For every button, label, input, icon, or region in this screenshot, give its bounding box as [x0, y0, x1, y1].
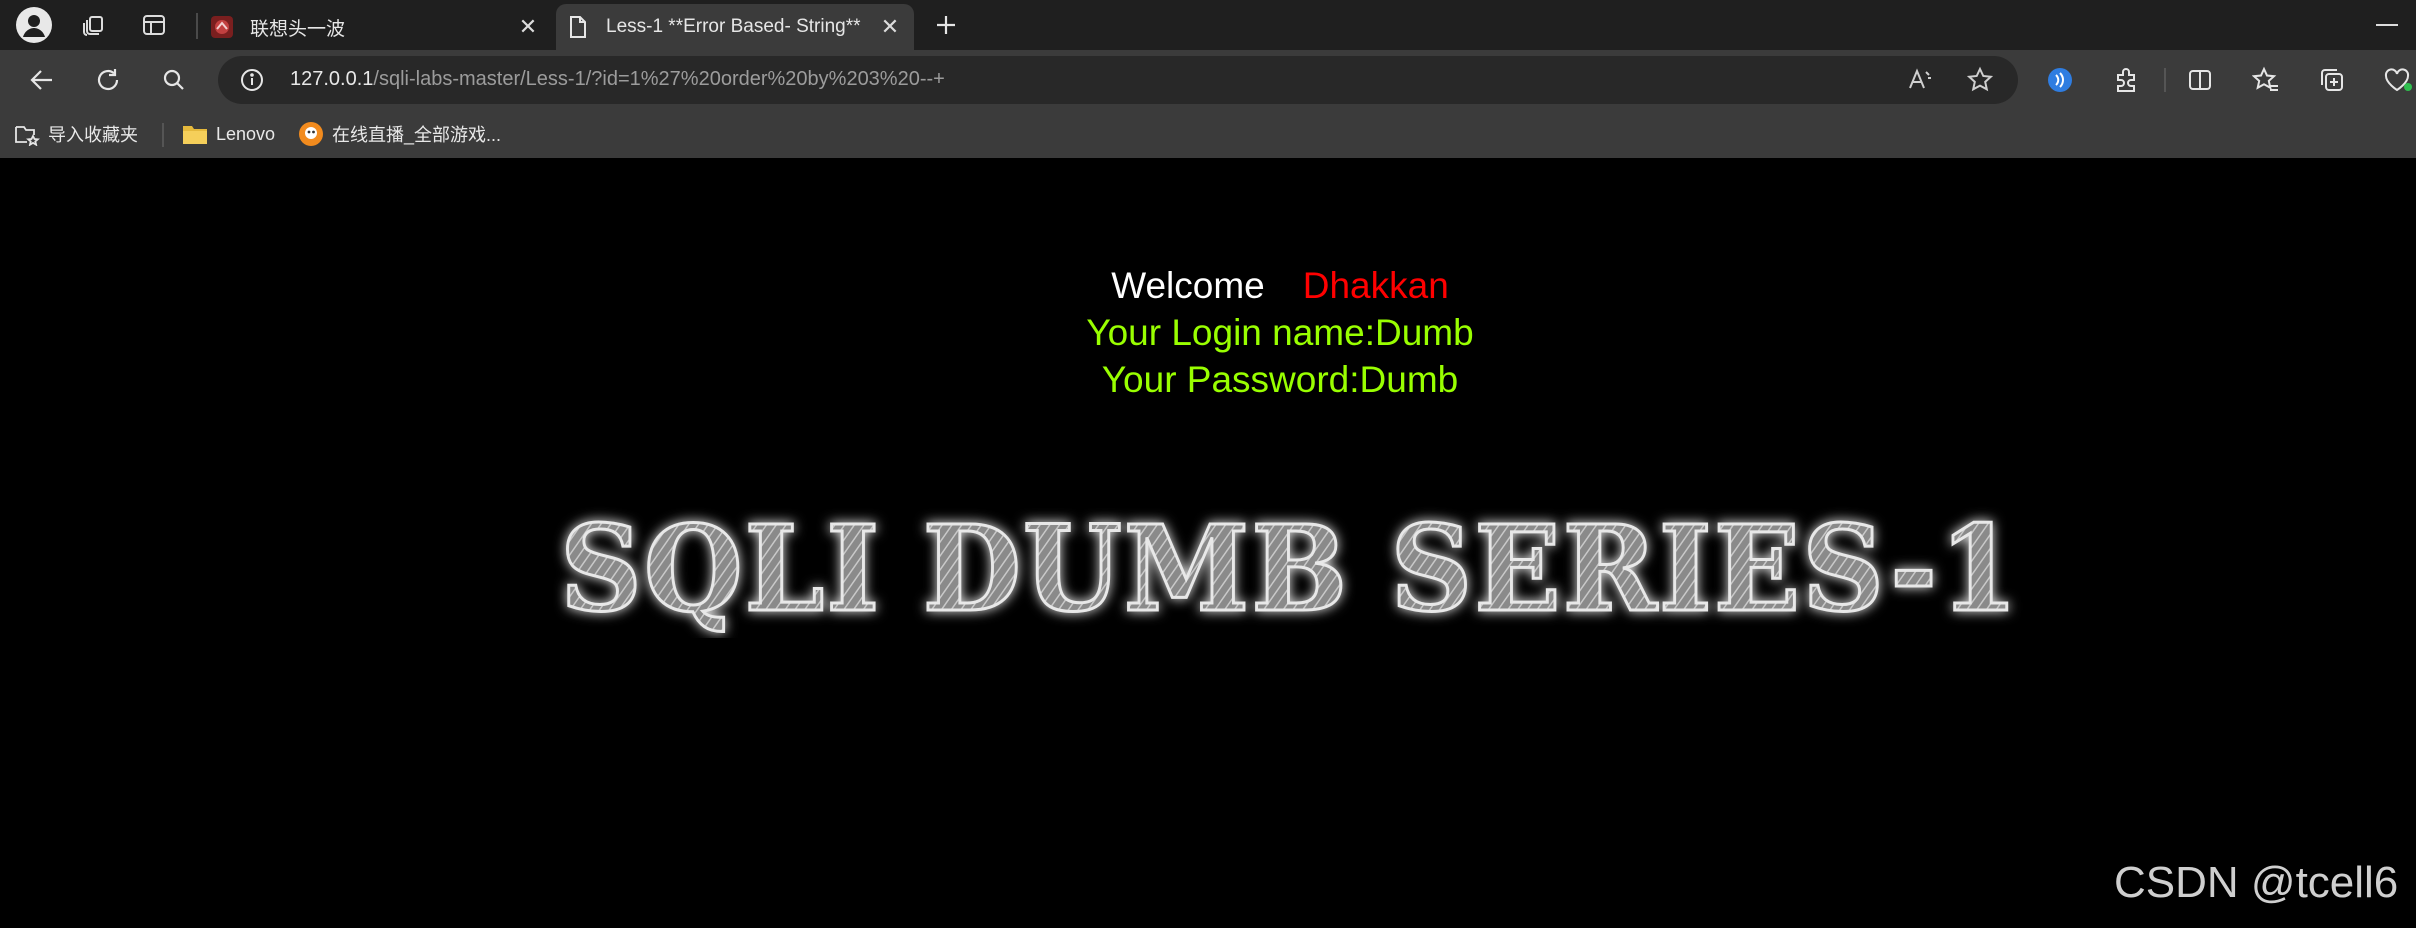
login-name-line: Your Login name:Dumb	[1086, 312, 1474, 353]
url-path: /sqli-labs-master/Less-1/?id=1%27%20orde…	[373, 68, 945, 90]
browser-essentials-icon[interactable]	[2044, 64, 2076, 96]
sqli-dumb-series-banner: SQLI DUMB SERIES-1	[559, 498, 2020, 638]
extensions-icon[interactable]	[2110, 64, 2142, 96]
browser-health-icon[interactable]	[2382, 64, 2414, 96]
page-content: Welcome Dhakkan Your Login name:Dumb Your…	[6, 158, 2416, 928]
favorites-icon[interactable]	[2250, 64, 2282, 96]
site-info-icon[interactable]	[240, 68, 264, 92]
read-aloud-icon[interactable]	[1906, 66, 1934, 94]
bookmarks-divider	[162, 123, 164, 147]
import-favorites-icon	[14, 121, 40, 147]
tab-strip: 联想头一波 ✕ Less-1 **Error Based- String** ✕	[0, 0, 2416, 50]
bookmark-lenovo-folder[interactable]: Lenovo	[182, 119, 275, 149]
workspaces-icon[interactable]	[78, 9, 110, 41]
folder-icon	[182, 121, 208, 147]
navigation-toolbar: 127.0.0.1/sqli-labs-master/Less-1/?id=1%…	[0, 50, 2416, 110]
search-icon[interactable]	[158, 64, 190, 96]
banner-text: SQLI DUMB SERIES-1	[560, 499, 2020, 638]
profile-avatar[interactable]	[16, 7, 52, 43]
bookmark-label: 导入收藏夹	[48, 125, 138, 145]
bookmark-label: 在线直播_全部游戏...	[332, 125, 502, 145]
minimize-window-button[interactable]	[2376, 24, 2398, 26]
lenovo-favicon-icon	[210, 15, 234, 39]
bookmark-label: Lenovo	[216, 123, 276, 144]
url-text[interactable]: 127.0.0.1/sqli-labs-master/Less-1/?id=1%…	[290, 68, 945, 91]
collections-icon[interactable]	[2316, 64, 2348, 96]
close-tab-icon[interactable]: ✕	[876, 13, 904, 41]
tab-title: Less-1 **Error Based- String**	[606, 16, 861, 37]
csdn-watermark: CSDN @tcell6	[2114, 858, 2399, 907]
vertical-tabs-icon[interactable]	[138, 9, 170, 41]
welcome-text: Welcome	[1111, 265, 1265, 306]
address-bar[interactable]: 127.0.0.1/sqli-labs-master/Less-1/?id=1%…	[218, 56, 2018, 104]
favorite-star-icon[interactable]	[1966, 66, 1994, 94]
tab-title: 联想头一波	[250, 18, 346, 40]
tab-less-1[interactable]: Less-1 **Error Based- String** ✕	[556, 4, 914, 50]
tab-lenovo[interactable]: 联想头一波 ✕	[200, 4, 552, 50]
new-tab-button[interactable]	[930, 9, 962, 41]
split-screen-icon[interactable]	[2184, 64, 2216, 96]
back-arrow-icon[interactable]	[26, 64, 58, 96]
url-host: 127.0.0.1	[290, 68, 374, 90]
user-name: Dhakkan	[1302, 265, 1449, 306]
bookmark-import-favorites[interactable]: 导入收藏夹	[14, 119, 138, 149]
refresh-icon[interactable]	[92, 64, 124, 96]
bookmarks-bar: 导入收藏夹 Lenovo 在线直播_全部游戏...	[0, 110, 2416, 158]
tab-divider	[196, 13, 198, 39]
login-result: Welcome Dhakkan Your Login name:Dumb Your…	[6, 262, 2416, 403]
close-tab-icon[interactable]: ✕	[514, 13, 542, 41]
welcome-line: Welcome Dhakkan	[6, 262, 2416, 309]
document-icon	[566, 15, 590, 39]
live-stream-icon	[298, 121, 324, 147]
toolbar-divider	[2164, 68, 2166, 92]
password-line: Your Password:Dumb	[1101, 359, 1459, 400]
bookmark-live-stream[interactable]: 在线直播_全部游戏...	[298, 119, 501, 149]
